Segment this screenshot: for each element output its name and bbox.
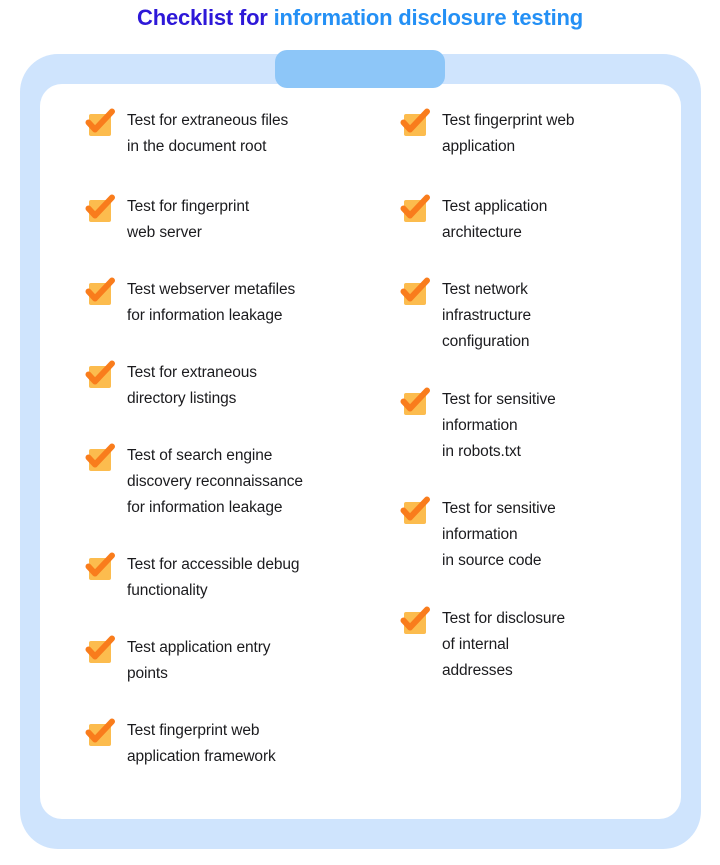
check-mark-icon — [85, 360, 115, 385]
checkbox-checked-icon[interactable] — [85, 717, 115, 747]
checkbox-checked-icon[interactable] — [85, 276, 115, 306]
checklist-item-label: Test for sensitive information in robots… — [442, 391, 556, 460]
checklist-item-label: Test for sensitive information in source… — [442, 500, 556, 569]
checkbox-checked-icon[interactable] — [400, 107, 430, 137]
checklist-item[interactable]: Test network infrastructure configuratio… — [400, 275, 531, 355]
page-title-primary: Checklist for — [137, 5, 268, 30]
checkbox-checked-icon[interactable] — [85, 107, 115, 137]
checklist-item[interactable]: Test application architecture — [400, 192, 547, 246]
check-mark-icon — [85, 108, 115, 133]
check-mark-icon — [400, 194, 430, 219]
check-mark-icon — [400, 606, 430, 631]
checkbox-checked-icon[interactable] — [85, 193, 115, 223]
check-mark-icon — [400, 387, 430, 412]
checklist-item[interactable]: Test of search engine discovery reconnai… — [85, 441, 303, 521]
checkbox-checked-icon[interactable] — [85, 634, 115, 664]
checkbox-checked-icon[interactable] — [400, 386, 430, 416]
checklist-item[interactable]: Test for accessible debug functionality — [85, 550, 300, 604]
checklist-item[interactable]: Test fingerprint web application — [400, 106, 575, 160]
checklist-item-label: Test webserver metafiles for information… — [127, 281, 296, 324]
checklist-columns: Test for extraneous files in the documen… — [40, 84, 681, 819]
checklist-item[interactable]: Test application entry points — [85, 633, 271, 687]
check-mark-icon — [85, 552, 115, 577]
page-title-secondary: information disclosure testing — [273, 5, 584, 30]
checkbox-checked-icon[interactable] — [400, 276, 430, 306]
checklist-item-label: Test fingerprint web application — [442, 112, 575, 155]
checkbox-checked-icon[interactable] — [400, 193, 430, 223]
checklist-item[interactable]: Test for extraneous directory listings — [85, 358, 257, 412]
checkbox-checked-icon[interactable] — [400, 495, 430, 525]
checklist-item-label: Test of search engine discovery reconnai… — [127, 447, 303, 516]
checklist-item[interactable]: Test for extraneous files in the documen… — [85, 106, 288, 160]
checkbox-checked-icon[interactable] — [85, 551, 115, 581]
check-mark-icon — [400, 108, 430, 133]
checklist-item-label: Test for extraneous files in the documen… — [127, 112, 289, 155]
checklist-item-label: Test for fingerprint web server — [127, 198, 250, 241]
checklist-item[interactable]: Test for sensitive information in source… — [400, 494, 556, 574]
check-mark-icon — [85, 443, 115, 468]
checklist-item-label: Test for extraneous directory listings — [127, 364, 257, 407]
checkbox-checked-icon[interactable] — [85, 359, 115, 389]
checklist-item-label: Test for disclosure of internal addresse… — [442, 610, 566, 679]
check-mark-icon — [85, 635, 115, 660]
checklist-item[interactable]: Test for fingerprint web server — [85, 192, 249, 246]
checklist-item[interactable]: Test for disclosure of internal addresse… — [400, 604, 565, 684]
checklist-item[interactable]: Test webserver metafiles for information… — [85, 275, 295, 329]
checkbox-checked-icon[interactable] — [400, 605, 430, 635]
check-mark-icon — [400, 496, 430, 521]
checklist-item[interactable]: Test for sensitive information in robots… — [400, 385, 556, 465]
checkbox-checked-icon[interactable] — [85, 442, 115, 472]
check-mark-icon — [85, 718, 115, 743]
page-title: Checklist for information disclosure tes… — [0, 5, 720, 31]
checklist-item-label: Test for accessible debug functionality — [127, 556, 300, 599]
check-mark-icon — [85, 277, 115, 302]
check-mark-icon — [85, 194, 115, 219]
checklist-item-label: Test application architecture — [442, 198, 548, 241]
card-top-tab — [275, 50, 445, 88]
checklist-item-label: Test application entry points — [127, 639, 271, 682]
checklist-item-label: Test fingerprint web application framewo… — [127, 722, 276, 765]
checklist-item-label: Test network infrastructure configuratio… — [442, 281, 532, 350]
check-mark-icon — [400, 277, 430, 302]
checklist-item[interactable]: Test fingerprint web application framewo… — [85, 716, 276, 770]
